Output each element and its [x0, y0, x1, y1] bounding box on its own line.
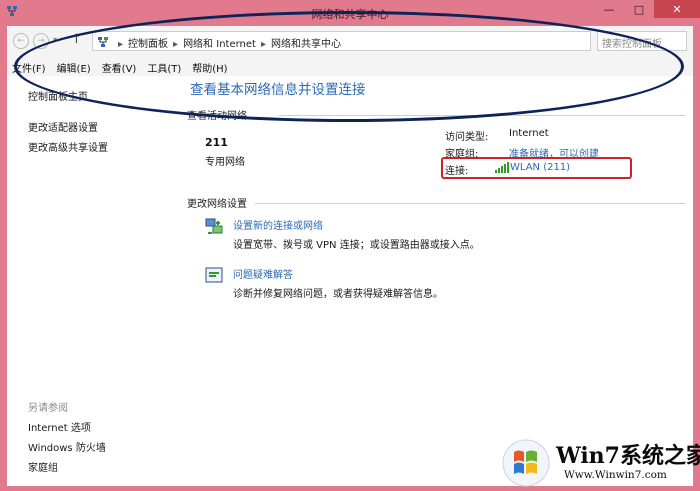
divider — [279, 115, 685, 116]
highlight-box — [441, 157, 632, 179]
sidebar-item-advanced-sharing[interactable]: 更改高级共享设置 — [28, 139, 108, 154]
active-networks-heading: 查看活动网络 — [187, 111, 247, 122]
forward-arrow-icon[interactable]: → — [33, 33, 49, 49]
network-type: 专用网络 — [205, 157, 245, 168]
menu-tools[interactable]: 工具(T) — [142, 56, 187, 76]
watermark-title: Win7系统之家 — [556, 443, 700, 469]
breadcrumb: ▸ 控制面板 ▸ 网络和 Internet ▸ 网络和共享中心 — [113, 35, 341, 50]
menu-edit[interactable]: 编辑(E) — [52, 56, 97, 76]
close-button[interactable]: ✕ — [654, 0, 700, 18]
divider — [255, 203, 685, 204]
breadcrumb-control-panel[interactable]: 控制面板 — [128, 39, 168, 50]
search-input[interactable]: 搜索控制面板 — [597, 31, 687, 51]
new-connection-icon — [205, 218, 223, 234]
access-type-value: Internet — [509, 128, 549, 139]
title-bar: 网络和共享中心 — □ ✕ — [0, 0, 700, 26]
sidebar-item-homegroup[interactable]: 家庭组 — [28, 459, 58, 474]
menu-view[interactable]: 查看(V) — [97, 56, 143, 76]
sidebar-item-windows-firewall[interactable]: Windows 防火墙 — [28, 439, 106, 454]
setup-connection-description: 设置宽带、拨号或 VPN 连接；或设置路由器或接入点。 — [233, 240, 480, 251]
sidebar: 控制面板主页 更改适配器设置 更改高级共享设置 另请参阅 Internet 选项… — [7, 76, 177, 486]
windows-logo-icon — [502, 439, 550, 487]
watermark: Win7系统之家 Www.Winwin7.com — [500, 436, 700, 491]
minimize-button[interactable]: — — [594, 0, 624, 18]
troubleshoot-link[interactable]: 问题疑难解答 — [233, 266, 293, 281]
access-type-label: 访问类型: — [445, 132, 489, 143]
setup-connection-link[interactable]: 设置新的连接或网络 — [233, 217, 323, 232]
watermark-url: Www.Winwin7.com — [564, 469, 667, 481]
sidebar-item-internet-options[interactable]: Internet 选项 — [28, 419, 91, 434]
main-content: 查看基本网络信息并设置连接 查看活动网络 211 专用网络 访问类型: Inte… — [187, 76, 687, 486]
page-title: 查看基本网络信息并设置连接 — [190, 82, 366, 98]
sidebar-item-adapter-settings[interactable]: 更改适配器设置 — [28, 119, 98, 134]
menu-help[interactable]: 帮助(H) — [187, 56, 233, 76]
window-frame-left — [0, 26, 7, 491]
breadcrumb-sharing-center[interactable]: 网络和共享中心 — [271, 39, 341, 50]
network-name: 211 — [205, 136, 228, 149]
breadcrumb-separator: ▸ — [118, 39, 124, 50]
sidebar-item-control-panel-home[interactable]: 控制面板主页 — [28, 88, 88, 103]
troubleshoot-icon — [205, 267, 223, 283]
troubleshoot-description: 诊断并修复网络问题，或者获得疑难解答信息。 — [233, 289, 443, 300]
address-bar[interactable]: ▸控制面板▸网络和 Internet▸网络和共享中心 ⌄ ↻ — [92, 31, 665, 51]
up-level-button[interactable]: ↑ — [71, 32, 82, 47]
control-panel-icon — [98, 37, 108, 47]
maximize-button[interactable]: □ — [624, 0, 654, 18]
see-also-heading: 另请参阅 — [28, 403, 68, 414]
menu-bar: 文件(F) 编辑(E) 查看(V) 工具(T) 帮助(H) — [7, 56, 693, 76]
back-arrow-icon[interactable]: ← — [13, 33, 29, 49]
breadcrumb-network-internet[interactable]: 网络和 Internet — [183, 39, 256, 50]
navigation-bar: ← → ▾ ↑ ▸控制面板▸网络和 Internet▸网络和共享中心 ⌄ ↻ 搜… — [7, 26, 693, 56]
change-settings-heading: 更改网络设置 — [187, 199, 247, 210]
breadcrumb-separator: ▸ — [260, 39, 266, 50]
recent-pages-dropdown[interactable]: ▾ — [53, 35, 57, 44]
window-controls: — □ ✕ — [594, 0, 700, 18]
menu-file[interactable]: 文件(F) — [7, 56, 52, 76]
window-frame-right — [693, 26, 700, 491]
breadcrumb-separator: ▸ — [173, 39, 179, 50]
